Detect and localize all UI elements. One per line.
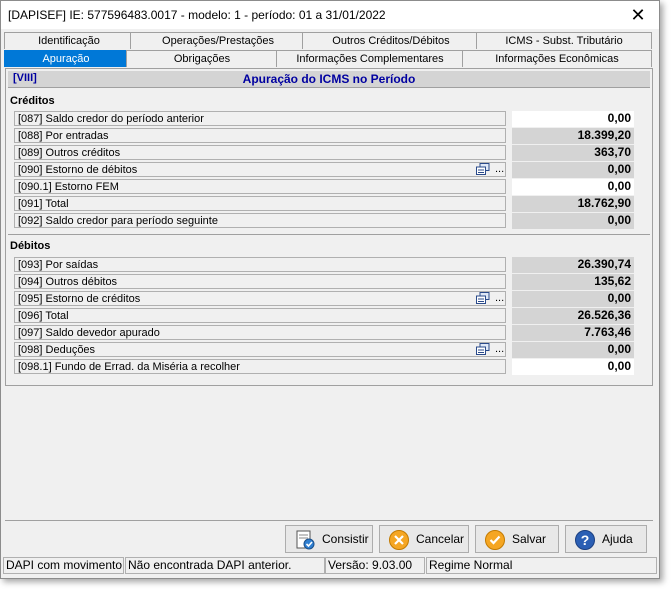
row-label: [096] Total	[14, 308, 506, 323]
row-label: [097] Saldo devedor apurado	[14, 325, 506, 340]
row-090: [090] Estorno de débitos ... 0,00	[14, 162, 650, 178]
row-094: [094] Outros débitos 135,62	[14, 274, 650, 290]
row-098-1: [098.1] Fundo de Errad. da Miséria a rec…	[14, 359, 650, 375]
row-label: [087] Saldo credor do período anterior	[14, 111, 506, 126]
salvar-label: Salvar	[512, 532, 547, 546]
window-title: [DAPISEF] IE: 577596483.0017 - modelo: 1…	[8, 8, 386, 22]
value-readonly: 18.762,90	[512, 196, 634, 212]
title-bar: [DAPISEF] IE: 577596483.0017 - modelo: 1…	[1, 1, 659, 29]
apuracao-panel: Apuração do ICMS no Período [VIII] Crédi…	[5, 68, 653, 386]
tab-icms-subst-tributario[interactable]: ICMS - Subst. Tributário	[476, 32, 652, 49]
check-icon	[485, 530, 505, 550]
row-088: [088] Por entradas 18.399,20	[14, 128, 650, 144]
close-icon[interactable]: ✕	[623, 3, 653, 27]
value-readonly: 135,62	[512, 274, 634, 290]
tab-identificacao[interactable]: Identificação	[4, 32, 134, 49]
value-readonly: 18.399,20	[512, 128, 634, 144]
debitos-heading: Débitos	[10, 240, 51, 252]
cancelar-label: Cancelar	[416, 532, 465, 546]
status-versao: Versão: 9.03.00	[325, 557, 425, 574]
dapi-window: [DAPISEF] IE: 577596483.0017 - modelo: 1…	[0, 0, 660, 579]
consistir-button[interactable]: Consistir	[285, 525, 373, 553]
help-icon: ?	[575, 530, 595, 550]
tab-informacoes-complementares[interactable]: Informações Complementares	[276, 50, 464, 67]
button-bar: Consistir Cancelar Salvar ? Ajuda	[5, 520, 653, 557]
row-093: [093] Por saídas 26.390,74	[14, 257, 650, 273]
more-dots[interactable]: ...	[495, 342, 504, 356]
row-091: [091] Total 18.762,90	[14, 196, 650, 212]
status-regime: Regime Normal	[426, 557, 657, 574]
value-field[interactable]: 0,00	[512, 359, 634, 375]
edit-list-icon[interactable]	[476, 292, 490, 304]
row-label: [095] Estorno de créditos	[14, 291, 506, 306]
row-090-1: [090.1] Estorno FEM 0,00	[14, 179, 650, 195]
ajuda-button[interactable]: ? Ajuda	[565, 525, 647, 553]
value-readonly: 0,00	[512, 213, 634, 229]
section-code: [VIII]	[13, 72, 37, 84]
cancelar-button[interactable]: Cancelar	[379, 525, 469, 553]
row-label: [092] Saldo credor para período seguinte	[14, 213, 506, 228]
row-label: [093] Por saídas	[14, 257, 506, 272]
consistir-label: Consistir	[322, 532, 369, 546]
row-label: [089] Outros créditos	[14, 145, 506, 160]
row-098: [098] Deduções ... 0,00	[14, 342, 650, 358]
edit-list-icon[interactable]	[476, 163, 490, 175]
value-field[interactable]: 0,00	[512, 111, 634, 127]
row-095: [095] Estorno de créditos ... 0,00	[14, 291, 650, 307]
value-field[interactable]: 0,00	[512, 179, 634, 195]
row-label: [090.1] Estorno FEM	[14, 179, 506, 194]
creditos-heading: Créditos	[10, 95, 55, 107]
more-dots[interactable]: ...	[495, 291, 504, 305]
salvar-button[interactable]: Salvar	[475, 525, 559, 553]
section-header: Apuração do ICMS no Período [VIII]	[8, 71, 650, 88]
row-label: [098.1] Fundo de Errad. da Miséria a rec…	[14, 359, 506, 374]
row-096: [096] Total 26.526,36	[14, 308, 650, 324]
tab-apuracao[interactable]: Apuração	[4, 50, 128, 67]
tab-informacoes-economicas[interactable]: Informações Econômicas	[462, 50, 652, 67]
row-label: [091] Total	[14, 196, 506, 211]
section-title: Apuração do ICMS no Período	[242, 72, 416, 86]
row-087: [087] Saldo credor do período anterior 0…	[14, 111, 650, 127]
status-bar: DAPI com movimento Não encontrada DAPI a…	[3, 557, 657, 575]
status-dapi-anterior: Não encontrada DAPI anterior.	[125, 557, 325, 574]
value-readonly: 7.763,46	[512, 325, 634, 341]
more-dots[interactable]: ...	[495, 162, 504, 176]
value-readonly: 0,00	[512, 291, 634, 307]
row-label: [090] Estorno de débitos	[14, 162, 506, 177]
row-097: [097] Saldo devedor apurado 7.763,46	[14, 325, 650, 341]
svg-text:?: ?	[581, 532, 590, 548]
section-divider	[8, 234, 650, 235]
check-document-icon	[296, 530, 315, 550]
value-readonly: 26.390,74	[512, 257, 634, 273]
value-readonly: 0,00	[512, 162, 634, 178]
row-092: [092] Saldo credor para período seguinte…	[14, 213, 650, 229]
row-089: [089] Outros créditos 363,70	[14, 145, 650, 161]
tab-outros-creditos-debitos[interactable]: Outros Créditos/Débitos	[302, 32, 480, 49]
ajuda-label: Ajuda	[602, 532, 633, 546]
value-readonly: 0,00	[512, 342, 634, 358]
value-readonly: 26.526,36	[512, 308, 634, 324]
edit-list-icon[interactable]	[476, 343, 490, 355]
cancel-icon	[389, 530, 409, 550]
tab-obrigacoes[interactable]: Obrigações	[126, 50, 278, 67]
row-label: [088] Por entradas	[14, 128, 506, 143]
row-label: [098] Deduções	[14, 342, 506, 357]
row-label: [094] Outros débitos	[14, 274, 506, 289]
value-readonly: 363,70	[512, 145, 634, 161]
tab-operacoes-prestacoes[interactable]: Operações/Prestações	[130, 32, 306, 49]
status-movimento: DAPI com movimento	[3, 557, 124, 574]
